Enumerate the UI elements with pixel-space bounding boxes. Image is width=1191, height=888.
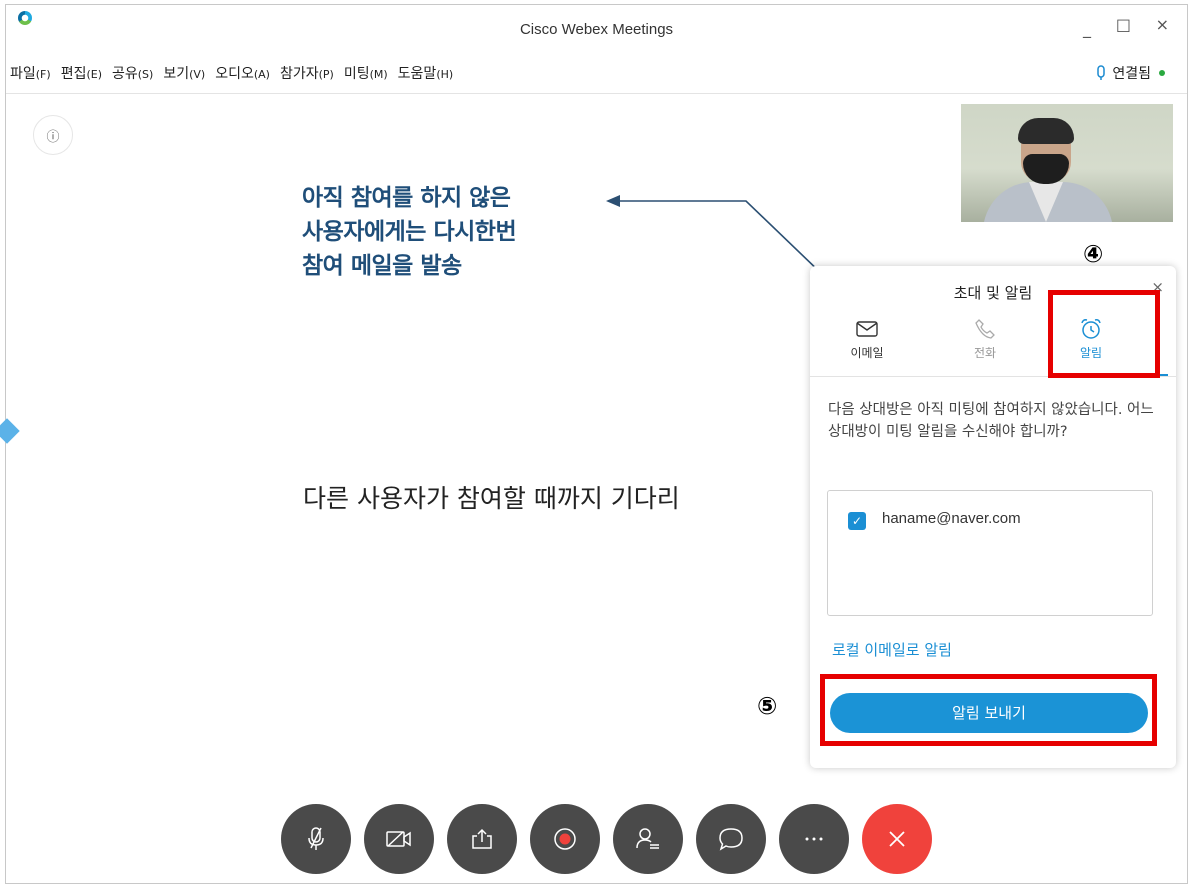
menu-meeting[interactable]: 미팅(M): [339, 57, 393, 85]
tab-email[interactable]: 이메일: [822, 314, 912, 361]
menu-label: 참가자: [279, 66, 319, 82]
tab-phone[interactable]: 전화: [940, 314, 1030, 361]
video-button[interactable]: [364, 804, 434, 874]
menu-label: 편집: [60, 66, 87, 82]
more-button[interactable]: [779, 804, 849, 874]
menu-view[interactable]: 보기(V): [158, 57, 210, 85]
participants-icon: [636, 828, 659, 849]
highlight-box-send-button: [820, 674, 1157, 746]
video-off-icon: [386, 831, 411, 847]
video-person-mask: [1023, 154, 1069, 184]
more-icon: [805, 837, 823, 841]
invitee-list: ✓ haname@naver.com: [827, 490, 1153, 616]
chat-icon: [719, 828, 743, 851]
menu-label: 오디오: [215, 66, 254, 82]
menu-share[interactable]: 공유(S): [107, 57, 158, 85]
tab-label: 전화: [973, 346, 997, 360]
menu-accel: (F): [35, 68, 51, 81]
invitee-checkbox[interactable]: ✓: [848, 512, 866, 530]
checkmark-icon: ✓: [851, 514, 863, 528]
connection-dot: [1159, 70, 1165, 76]
menu-label: 공유: [112, 66, 138, 82]
menu-edit[interactable]: 편집(E): [56, 57, 107, 85]
menu-audio[interactable]: 오디오(A): [210, 57, 275, 85]
highlight-box-alert-tab: [1048, 290, 1160, 378]
webex-window: Cisco Webex Meetings _ □ × 파일(F) 편집(E) 공…: [0, 4, 1188, 885]
menu-accel: (P): [318, 68, 334, 81]
chat-button[interactable]: [696, 804, 766, 874]
video-person-hair: [1018, 118, 1074, 144]
step-5-label: ⑤: [757, 692, 778, 720]
self-video-preview[interactable]: [961, 104, 1173, 222]
meeting-stage: ⓘ 아직 참여를 하지 않은 사용자에게는 다시한번 참여 메일을 발송 다른 …: [0, 93, 1187, 885]
connection-label: 연결됨: [1112, 66, 1151, 82]
menu-label: 도움말: [397, 66, 437, 82]
window-title: Cisco Webex Meetings: [519, 21, 674, 38]
participants-button[interactable]: [613, 804, 683, 874]
connection-status[interactable]: 연결됨: [1096, 63, 1165, 83]
maximize-button[interactable]: □: [1116, 15, 1131, 34]
phone-icon: [940, 314, 1030, 344]
close-icon: [889, 831, 905, 847]
record-icon: [554, 828, 576, 850]
mail-icon: [822, 314, 912, 344]
edge-decoration: [0, 418, 20, 444]
meeting-controls: [281, 804, 932, 874]
close-button[interactable]: ×: [1156, 15, 1169, 34]
mic-off-icon: [308, 827, 324, 850]
record-button[interactable]: [530, 804, 600, 874]
title-bar: Cisco Webex Meetings _ □ ×: [6, 5, 1187, 53]
menu-accel: (A): [253, 68, 270, 81]
menu-accel: (E): [86, 68, 102, 81]
dialog-description: 다음 상대방은 아직 미팅에 참여하지 않았습니다. 어느 상대방이 미팅 알림…: [828, 402, 1154, 440]
waiting-message: 다른 사용자가 참여할 때까지 기다리: [303, 484, 680, 513]
menu-accel: (M): [369, 68, 388, 81]
tab-label: 이메일: [850, 346, 884, 360]
info-icon: ⓘ: [46, 129, 60, 145]
step-4-label: ④: [1083, 240, 1104, 268]
minimize-button[interactable]: _: [1083, 19, 1091, 38]
menu-help[interactable]: 도움말(H): [393, 57, 459, 85]
annotation-callout: 아직 참여를 하지 않은 사용자에게는 다시한번 참여 메일을 발송: [302, 185, 517, 279]
local-email-link[interactable]: 로컬 이메일로 알림: [832, 639, 952, 660]
share-button[interactable]: [447, 804, 517, 874]
menu-participants[interactable]: 참가자(P): [275, 57, 339, 85]
end-meeting-button[interactable]: [862, 804, 932, 874]
meeting-info-button[interactable]: ⓘ: [33, 115, 73, 155]
menu-label: 파일: [10, 66, 36, 82]
headset-icon: [1097, 65, 1106, 80]
menu-accel: (S): [137, 68, 154, 81]
menu-label: 보기: [163, 66, 190, 82]
share-icon: [472, 828, 492, 849]
menu-accel: (H): [436, 68, 454, 81]
menu-file[interactable]: 파일(F): [6, 57, 56, 85]
menu-bar: 파일(F) 편집(E) 공유(S) 보기(V) 오디오(A) 참가자(P) 미팅…: [6, 57, 458, 85]
invitee-email: haname@naver.com: [882, 510, 1021, 527]
mute-button[interactable]: [281, 804, 351, 874]
menu-accel: (V): [189, 68, 206, 81]
menu-label: 미팅: [343, 66, 370, 82]
